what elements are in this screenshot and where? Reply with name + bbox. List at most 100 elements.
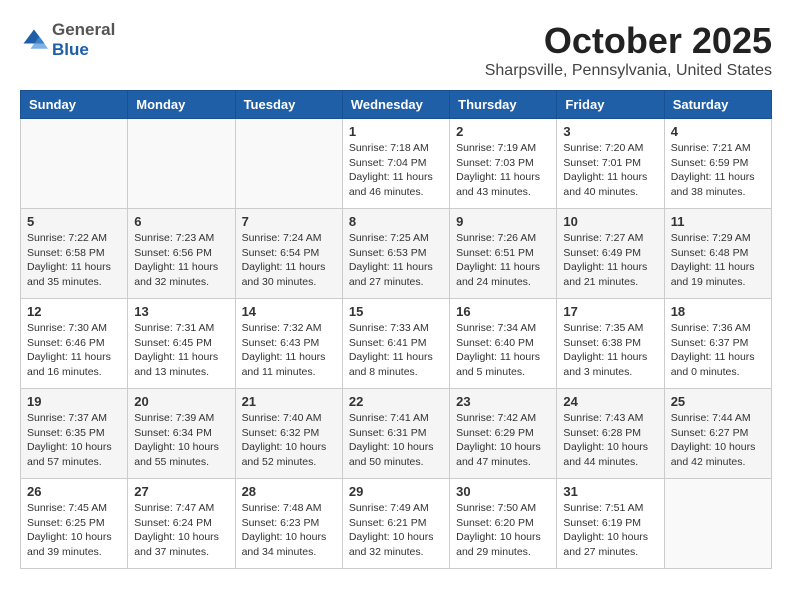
calendar-day-19: 19 Sunrise: 7:37 AM Sunset: 6:35 PM Dayli… xyxy=(21,389,128,479)
day-number: 25 xyxy=(671,394,765,409)
day-number: 11 xyxy=(671,214,765,229)
calendar-day-13: 13Sunrise: 7:31 AM Sunset: 6:45 PM Dayli… xyxy=(128,299,235,389)
title-area: October 2025 Sharpsville, Pennsylvania, … xyxy=(485,20,772,80)
day-number: 8 xyxy=(349,214,443,229)
calendar-day-6: 6 Sunrise: 7:23 AM Sunset: 6:56 PM Daylig… xyxy=(128,209,235,299)
calendar-day-4: 4Sunrise: 7:21 AM Sunset: 6:59 PM Daylig… xyxy=(664,119,771,209)
day-info: Sunrise: 7:47 AM Sunset: 6:24 PM Dayligh… xyxy=(134,501,228,560)
calendar-day-15: 15Sunrise: 7:33 AM Sunset: 6:41 PM Dayli… xyxy=(342,299,449,389)
calendar-empty-cell xyxy=(235,119,342,209)
day-info: Sunrise: 7:50 AM Sunset: 6:20 PM Dayligh… xyxy=(456,501,550,560)
calendar-day-5: 5 Sunrise: 7:22 AM Sunset: 6:58 PM Daylig… xyxy=(21,209,128,299)
calendar-day-2: 2 Sunrise: 7:19 AM Sunset: 7:03 PM Daylig… xyxy=(450,119,557,209)
day-number: 10 xyxy=(563,214,657,229)
day-number: 30 xyxy=(456,484,550,499)
day-info: Sunrise: 7:25 AM Sunset: 6:53 PM Dayligh… xyxy=(349,231,443,290)
calendar-day-31: 31 Sunrise: 7:51 AM Sunset: 6:19 PM Dayli… xyxy=(557,479,664,569)
day-info: Sunrise: 7:21 AM Sunset: 6:59 PM Dayligh… xyxy=(671,141,765,200)
day-number: 19 xyxy=(27,394,121,409)
day-number: 27 xyxy=(134,484,228,499)
location: Sharpsville, Pennsylvania, United States xyxy=(485,62,772,80)
logo: General Blue xyxy=(20,20,115,60)
calendar-day-14: 14Sunrise: 7:32 AM Sunset: 6:43 PM Dayli… xyxy=(235,299,342,389)
day-number: 12 xyxy=(27,304,121,319)
weekday-header-friday: Friday xyxy=(557,91,664,119)
calendar-day-17: 17 Sunrise: 7:35 AM Sunset: 6:38 PM Dayli… xyxy=(557,299,664,389)
calendar-week-row: 5 Sunrise: 7:22 AM Sunset: 6:58 PM Daylig… xyxy=(21,209,772,299)
day-info: Sunrise: 7:41 AM Sunset: 6:31 PM Dayligh… xyxy=(349,411,443,470)
calendar-day-30: 30 Sunrise: 7:50 AM Sunset: 6:20 PM Dayli… xyxy=(450,479,557,569)
day-info: Sunrise: 7:43 AM Sunset: 6:28 PM Dayligh… xyxy=(563,411,657,470)
day-number: 18 xyxy=(671,304,765,319)
calendar-day-11: 11Sunrise: 7:29 AM Sunset: 6:48 PM Dayli… xyxy=(664,209,771,299)
calendar-empty-cell xyxy=(128,119,235,209)
day-number: 22 xyxy=(349,394,443,409)
day-number: 17 xyxy=(563,304,657,319)
day-info: Sunrise: 7:39 AM Sunset: 6:34 PM Dayligh… xyxy=(134,411,228,470)
day-info: Sunrise: 7:20 AM Sunset: 7:01 PM Dayligh… xyxy=(563,141,657,200)
calendar-day-28: 28 Sunrise: 7:48 AM Sunset: 6:23 PM Dayli… xyxy=(235,479,342,569)
day-info: Sunrise: 7:40 AM Sunset: 6:32 PM Dayligh… xyxy=(242,411,336,470)
day-number: 1 xyxy=(349,124,443,139)
day-info: Sunrise: 7:48 AM Sunset: 6:23 PM Dayligh… xyxy=(242,501,336,560)
weekday-header-thursday: Thursday xyxy=(450,91,557,119)
calendar-day-29: 29 Sunrise: 7:49 AM Sunset: 6:21 PM Dayli… xyxy=(342,479,449,569)
calendar-day-20: 20 Sunrise: 7:39 AM Sunset: 6:34 PM Dayli… xyxy=(128,389,235,479)
day-info: Sunrise: 7:31 AM Sunset: 6:45 PM Dayligh… xyxy=(134,321,228,380)
day-number: 9 xyxy=(456,214,550,229)
logo-blue: Blue xyxy=(52,40,115,60)
weekday-header-saturday: Saturday xyxy=(664,91,771,119)
day-number: 2 xyxy=(456,124,550,139)
day-number: 24 xyxy=(563,394,657,409)
day-info: Sunrise: 7:22 AM Sunset: 6:58 PM Dayligh… xyxy=(27,231,121,290)
day-info: Sunrise: 7:37 AM Sunset: 6:35 PM Dayligh… xyxy=(27,411,121,470)
calendar-day-1: 1Sunrise: 7:18 AM Sunset: 7:04 PM Daylig… xyxy=(342,119,449,209)
day-number: 26 xyxy=(27,484,121,499)
calendar-day-18: 18Sunrise: 7:36 AM Sunset: 6:37 PM Dayli… xyxy=(664,299,771,389)
calendar-day-12: 12Sunrise: 7:30 AM Sunset: 6:46 PM Dayli… xyxy=(21,299,128,389)
day-info: Sunrise: 7:34 AM Sunset: 6:40 PM Dayligh… xyxy=(456,321,550,380)
day-number: 23 xyxy=(456,394,550,409)
day-info: Sunrise: 7:49 AM Sunset: 6:21 PM Dayligh… xyxy=(349,501,443,560)
calendar-day-24: 24 Sunrise: 7:43 AM Sunset: 6:28 PM Dayli… xyxy=(557,389,664,479)
weekday-header-sunday: Sunday xyxy=(21,91,128,119)
day-number: 16 xyxy=(456,304,550,319)
day-number: 6 xyxy=(134,214,228,229)
day-number: 5 xyxy=(27,214,121,229)
calendar-empty-cell xyxy=(21,119,128,209)
calendar-day-9: 9 Sunrise: 7:26 AM Sunset: 6:51 PM Daylig… xyxy=(450,209,557,299)
weekday-header-wednesday: Wednesday xyxy=(342,91,449,119)
day-number: 7 xyxy=(242,214,336,229)
calendar-day-8: 8 Sunrise: 7:25 AM Sunset: 6:53 PM Daylig… xyxy=(342,209,449,299)
day-info: Sunrise: 7:35 AM Sunset: 6:38 PM Dayligh… xyxy=(563,321,657,380)
calendar-week-row: 12Sunrise: 7:30 AM Sunset: 6:46 PM Dayli… xyxy=(21,299,772,389)
day-info: Sunrise: 7:19 AM Sunset: 7:03 PM Dayligh… xyxy=(456,141,550,200)
day-number: 21 xyxy=(242,394,336,409)
calendar-day-21: 21 Sunrise: 7:40 AM Sunset: 6:32 PM Dayli… xyxy=(235,389,342,479)
calendar-day-22: 22 Sunrise: 7:41 AM Sunset: 6:31 PM Dayli… xyxy=(342,389,449,479)
calendar-week-row: 26Sunrise: 7:45 AM Sunset: 6:25 PM Dayli… xyxy=(21,479,772,569)
day-number: 20 xyxy=(134,394,228,409)
calendar-day-16: 16 Sunrise: 7:34 AM Sunset: 6:40 PM Dayli… xyxy=(450,299,557,389)
weekday-header-row: SundayMondayTuesdayWednesdayThursdayFrid… xyxy=(21,91,772,119)
day-number: 28 xyxy=(242,484,336,499)
calendar-empty-cell xyxy=(664,479,771,569)
day-info: Sunrise: 7:24 AM Sunset: 6:54 PM Dayligh… xyxy=(242,231,336,290)
day-number: 29 xyxy=(349,484,443,499)
calendar-day-25: 25Sunrise: 7:44 AM Sunset: 6:27 PM Dayli… xyxy=(664,389,771,479)
calendar-table: SundayMondayTuesdayWednesdayThursdayFrid… xyxy=(20,90,772,569)
month-title: October 2025 xyxy=(485,20,772,62)
day-info: Sunrise: 7:42 AM Sunset: 6:29 PM Dayligh… xyxy=(456,411,550,470)
day-info: Sunrise: 7:26 AM Sunset: 6:51 PM Dayligh… xyxy=(456,231,550,290)
calendar-day-26: 26Sunrise: 7:45 AM Sunset: 6:25 PM Dayli… xyxy=(21,479,128,569)
logo-icon xyxy=(20,26,48,54)
day-number: 31 xyxy=(563,484,657,499)
logo-general: General xyxy=(52,20,115,40)
calendar-day-7: 7 Sunrise: 7:24 AM Sunset: 6:54 PM Daylig… xyxy=(235,209,342,299)
day-info: Sunrise: 7:32 AM Sunset: 6:43 PM Dayligh… xyxy=(242,321,336,380)
day-number: 3 xyxy=(563,124,657,139)
day-info: Sunrise: 7:23 AM Sunset: 6:56 PM Dayligh… xyxy=(134,231,228,290)
logo-text: General Blue xyxy=(52,20,115,60)
day-info: Sunrise: 7:51 AM Sunset: 6:19 PM Dayligh… xyxy=(563,501,657,560)
weekday-header-monday: Monday xyxy=(128,91,235,119)
